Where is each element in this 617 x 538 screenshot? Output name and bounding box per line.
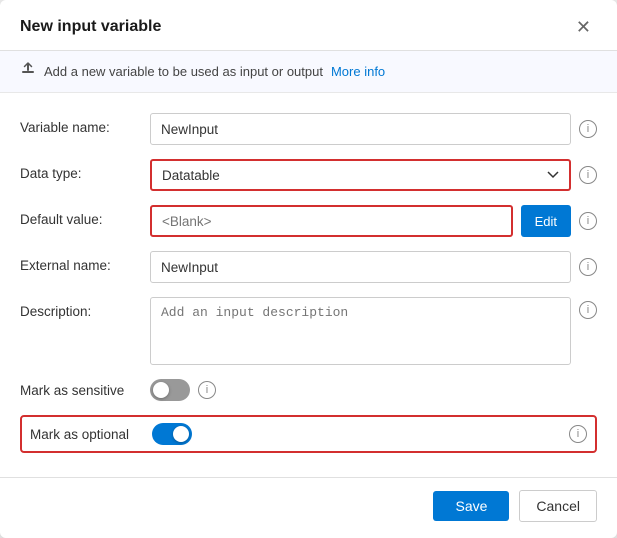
data-type-select[interactable]: Datatable String Integer Boolean List Cu…	[150, 159, 571, 191]
external-name-label: External name:	[20, 251, 150, 273]
cancel-button[interactable]: Cancel	[519, 490, 597, 522]
default-value-field: Edit i	[150, 205, 597, 237]
mark-sensitive-field: i	[150, 379, 597, 401]
mark-sensitive-slider	[150, 379, 190, 401]
data-type-label: Data type:	[20, 159, 150, 181]
close-button[interactable]: ✕	[570, 16, 597, 38]
default-value-label: Default value:	[20, 205, 150, 227]
variable-name-input[interactable]	[150, 113, 571, 145]
info-bar: Add a new variable to be used as input o…	[0, 51, 617, 93]
edit-button[interactable]: Edit	[521, 205, 571, 237]
variable-name-row: Variable name: i	[20, 113, 597, 145]
description-input[interactable]	[150, 297, 571, 365]
description-info-icon[interactable]: i	[579, 301, 597, 319]
mark-sensitive-label: Mark as sensitive	[20, 383, 150, 398]
description-field: i	[150, 297, 597, 365]
variable-name-info-icon[interactable]: i	[579, 120, 597, 138]
form-body: Variable name: i Data type: Datatable St…	[0, 93, 617, 477]
default-value-row: Default value: Edit i	[20, 205, 597, 237]
new-input-variable-dialog: New input variable ✕ Add a new variable …	[0, 0, 617, 538]
dialog-title: New input variable	[20, 18, 161, 36]
data-type-info-icon[interactable]: i	[579, 166, 597, 184]
mark-optional-toggle[interactable]	[152, 423, 192, 445]
data-type-row: Data type: Datatable String Integer Bool…	[20, 159, 597, 191]
mark-optional-label: Mark as optional	[30, 427, 152, 442]
external-name-field: i	[150, 251, 597, 283]
variable-name-label: Variable name:	[20, 113, 150, 135]
default-value-input[interactable]	[150, 205, 513, 237]
more-info-link[interactable]: More info	[331, 64, 385, 79]
mark-optional-info-icon[interactable]: i	[569, 425, 587, 443]
data-type-field: Datatable String Integer Boolean List Cu…	[150, 159, 597, 191]
mark-optional-slider	[152, 423, 192, 445]
mark-optional-row: Mark as optional i	[20, 415, 597, 453]
external-name-row: External name: i	[20, 251, 597, 283]
mark-optional-field: i	[152, 423, 587, 445]
description-row: Description: i	[20, 297, 597, 365]
dialog-header: New input variable ✕	[0, 0, 617, 51]
default-value-info-icon[interactable]: i	[579, 212, 597, 230]
external-name-input[interactable]	[150, 251, 571, 283]
variable-name-field: i	[150, 113, 597, 145]
save-button[interactable]: Save	[433, 491, 509, 521]
mark-sensitive-row: Mark as sensitive i	[20, 379, 597, 401]
info-bar-icon	[20, 61, 36, 82]
mark-sensitive-toggle[interactable]	[150, 379, 190, 401]
dialog-footer: Save Cancel	[0, 477, 617, 538]
external-name-info-icon[interactable]: i	[579, 258, 597, 276]
description-label: Description:	[20, 297, 150, 319]
mark-sensitive-info-icon[interactable]: i	[198, 381, 216, 399]
info-bar-text: Add a new variable to be used as input o…	[44, 64, 323, 79]
